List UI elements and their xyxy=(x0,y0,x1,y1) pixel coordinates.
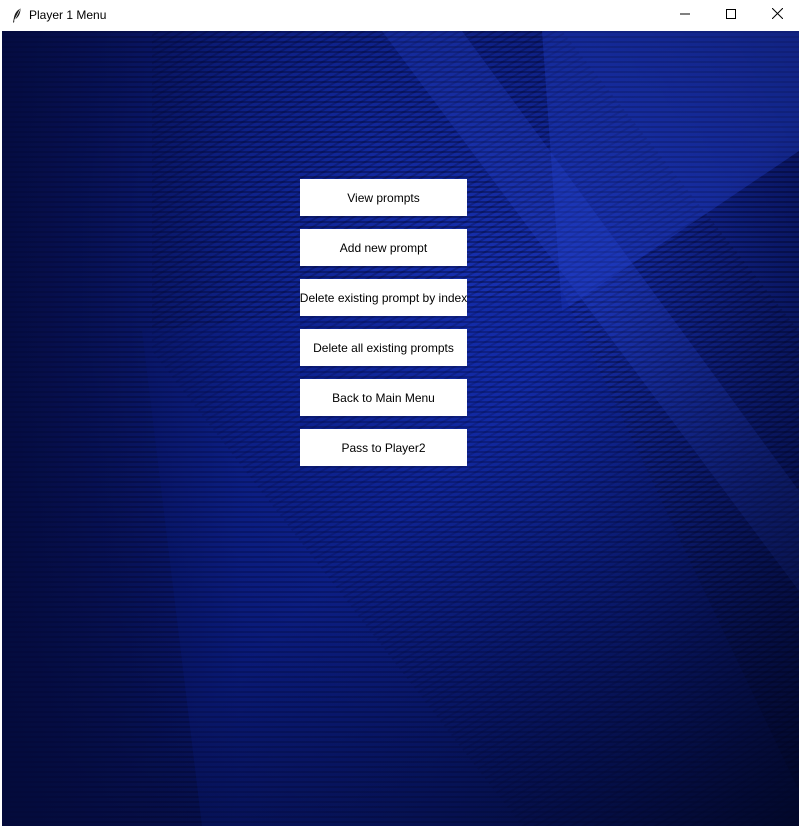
maximize-icon xyxy=(726,6,736,24)
player-menu: View prompts Add new prompt Delete exist… xyxy=(300,179,467,479)
background-canvas: View prompts Add new prompt Delete exist… xyxy=(2,31,799,826)
maximize-button[interactable] xyxy=(708,0,754,30)
close-button[interactable] xyxy=(754,0,800,30)
add-new-prompt-button[interactable]: Add new prompt xyxy=(300,229,467,266)
title-bar[interactable]: Player 1 Menu xyxy=(0,0,800,30)
view-prompts-button[interactable]: View prompts xyxy=(300,179,467,216)
feather-icon xyxy=(10,7,24,23)
delete-prompt-by-index-button[interactable]: Delete existing prompt by index xyxy=(300,279,467,316)
back-to-main-menu-button[interactable]: Back to Main Menu xyxy=(300,379,467,416)
window-title: Player 1 Menu xyxy=(29,8,107,22)
pass-to-player2-button[interactable]: Pass to Player2 xyxy=(300,429,467,466)
close-icon xyxy=(771,6,783,24)
minimize-icon xyxy=(680,6,690,24)
app-window: Player 1 Menu View prompts Add new promp… xyxy=(0,0,800,828)
minimize-button[interactable] xyxy=(662,0,708,30)
delete-all-prompts-button[interactable]: Delete all existing prompts xyxy=(300,329,467,366)
window-controls xyxy=(662,0,800,30)
